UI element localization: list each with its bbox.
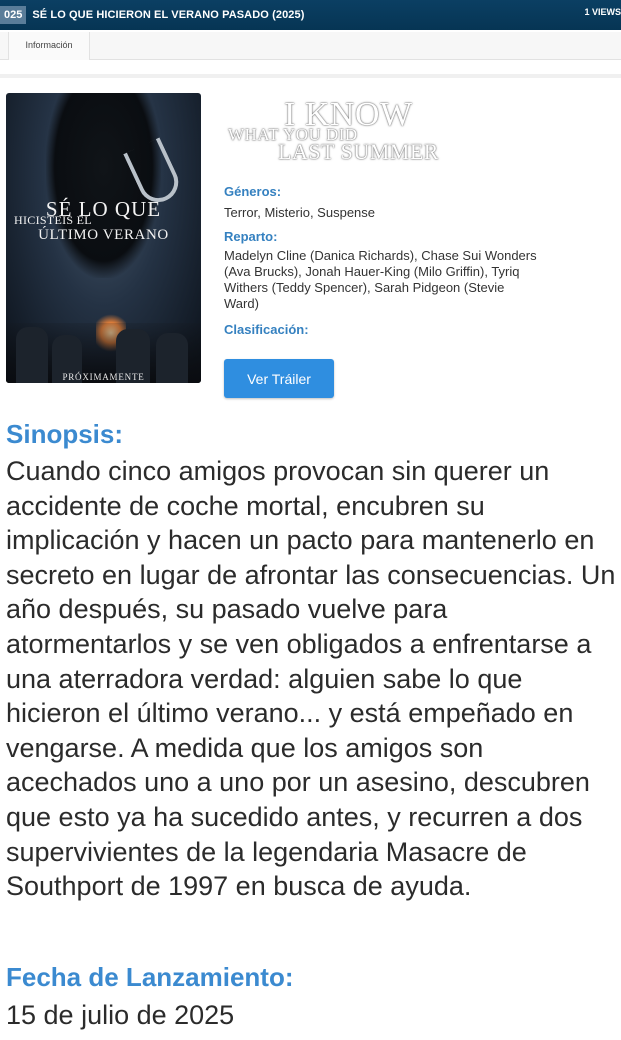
year-badge: 025 [0,6,27,24]
poster-title-line2: HICISTEIS EL [14,213,92,227]
movie-logo: I KNOW WHAT YOU DID LAST SUMMER [226,96,466,166]
tab-bar: Información [0,32,621,60]
logo-line3: LAST SUMMER [278,139,439,164]
synopsis-text: Cuando cinco amigos provocan sin querer … [6,456,616,902]
watch-trailer-button[interactable]: Ver Tráiler [224,359,334,398]
poster-coming-soon: PRÓXIMAMENTE [62,372,145,382]
genres-label: Géneros: [224,184,282,199]
tab-informacion[interactable]: Información [8,32,90,60]
page-title: SÉ LO QUE HICIERON EL VERANO PASADO (202… [32,9,305,21]
divider [0,74,621,78]
release-date-value: 15 de julio de 2025 [6,1000,235,1030]
synopsis-heading: Sinopsis: [6,419,124,449]
cast-value: Madelyn Cline (Danica Richards), Chase S… [224,248,537,311]
genres-value: Terror, Misterio, Suspense [224,205,376,220]
poster-title-line3: ÚLTIMO VERANO [38,227,169,243]
rating-label: Clasificación: [224,322,309,337]
title-bar: 025 SÉ LO QUE HICIERON EL VERANO PASADO … [0,0,621,30]
movie-poster: SÉ LO QUE HICISTEIS EL ÚLTIMO VERANO PRÓ… [6,93,201,383]
release-date-heading: Fecha de Lanzamiento: [6,962,294,992]
cast-label: Reparto: [224,229,278,244]
views-count: 1 VIEWS [584,7,621,17]
